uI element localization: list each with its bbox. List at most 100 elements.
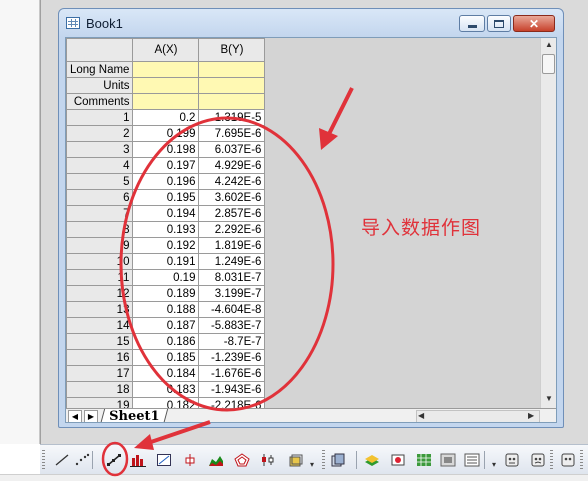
line-symbol-plot-icon[interactable]: [104, 451, 124, 469]
maximize-button[interactable]: [487, 15, 511, 32]
cell-a[interactable]: 0.186: [132, 333, 200, 350]
cell-b[interactable]: -8.7E-7: [198, 333, 266, 350]
line-plot-icon[interactable]: [52, 451, 72, 469]
cell-a[interactable]: 0.188: [132, 301, 200, 318]
cell-b[interactable]: 4.242E-6: [198, 173, 266, 190]
cell-a[interactable]: 0.196: [132, 173, 200, 190]
meta-cell-a[interactable]: [132, 77, 200, 94]
graph-window-icon[interactable]: [462, 451, 482, 469]
toolbar-grip[interactable]: [42, 450, 45, 470]
row-header[interactable]: 10: [66, 253, 134, 270]
cell-a[interactable]: 0.191: [132, 253, 200, 270]
meta-cell-b[interactable]: [198, 93, 266, 110]
meta-cell-b[interactable]: [198, 77, 266, 94]
meta-cell-b[interactable]: [198, 61, 266, 78]
column-plot-icon[interactable]: [128, 451, 148, 469]
row-header[interactable]: 12: [66, 285, 134, 302]
meta-cell-a[interactable]: [132, 93, 200, 110]
scroll-thumb[interactable]: [542, 54, 555, 74]
minimize-button[interactable]: [459, 15, 485, 32]
cell-a[interactable]: 0.19: [132, 269, 200, 286]
close-button[interactable]: ✕: [513, 15, 555, 32]
scroll-down-icon[interactable]: ▼: [541, 392, 556, 406]
cell-b[interactable]: 2.292E-6: [198, 221, 266, 238]
cell-a[interactable]: 0.183: [132, 381, 200, 398]
3d-surface-icon[interactable]: [328, 451, 348, 469]
image-icon[interactable]: [438, 451, 458, 469]
row-header[interactable]: 5: [66, 173, 134, 190]
layer-icon[interactable]: [362, 451, 382, 469]
cell-b[interactable]: 2.857E-6: [198, 205, 266, 222]
cell-a[interactable]: 0.184: [132, 365, 200, 382]
row-header[interactable]: 18: [66, 381, 134, 398]
cell-b[interactable]: 3.199E-7: [198, 285, 266, 302]
row-header[interactable]: 17: [66, 365, 134, 382]
cell-b[interactable]: 3.602E-6: [198, 189, 266, 206]
cell-a[interactable]: 0.189: [132, 285, 200, 302]
cell-a[interactable]: 0.193: [132, 221, 200, 238]
row-header[interactable]: 9: [66, 237, 134, 254]
cell-a[interactable]: 0.198: [132, 141, 200, 158]
row-header[interactable]: 6: [66, 189, 134, 206]
toolbar-grip[interactable]: [322, 450, 325, 470]
row-header[interactable]: 7: [66, 205, 134, 222]
cell-a[interactable]: 0.187: [132, 317, 200, 334]
cell-a[interactable]: 0.194: [132, 205, 200, 222]
template-icon[interactable]: [388, 451, 408, 469]
layout-icon[interactable]: [528, 451, 548, 469]
cell-a[interactable]: 0.192: [132, 237, 200, 254]
cell-b[interactable]: 1.319E-5: [198, 109, 266, 126]
cell-a[interactable]: 0.185: [132, 349, 200, 366]
cell-b[interactable]: 6.037E-6: [198, 141, 266, 158]
column-header-a[interactable]: A(X): [132, 38, 200, 62]
cell-b[interactable]: -1.676E-6: [198, 365, 266, 382]
worksheet-grid[interactable]: A(X) B(Y) Long Name Units Comments 1 0.2 1.3…: [66, 38, 266, 414]
row-header[interactable]: 8: [66, 221, 134, 238]
cell-b[interactable]: 1.249E-6: [198, 253, 266, 270]
row-header[interactable]: 1: [66, 109, 134, 126]
report-icon[interactable]: [558, 451, 578, 469]
error-bar-plot-icon[interactable]: [180, 451, 200, 469]
tab-next-icon[interactable]: ▶: [84, 410, 98, 422]
meta-cell-a[interactable]: [132, 61, 200, 78]
cell-b[interactable]: 1.819E-6: [198, 237, 266, 254]
toolbar-dropdown-icon[interactable]: ▾: [310, 460, 318, 470]
vertical-scrollbar[interactable]: ▲ ▼: [540, 38, 556, 408]
cell-b[interactable]: -1.943E-6: [198, 381, 266, 398]
tab-prev-icon[interactable]: ◀: [68, 410, 82, 422]
matrix-icon[interactable]: [414, 451, 434, 469]
row-header[interactable]: 3: [66, 141, 134, 158]
polar-plot-icon[interactable]: [232, 451, 252, 469]
cell-b[interactable]: 7.695E-6: [198, 125, 266, 142]
toolbar-grip[interactable]: [580, 450, 583, 470]
cell-b[interactable]: 4.929E-6: [198, 157, 266, 174]
box-chart-icon[interactable]: [154, 451, 174, 469]
cell-a[interactable]: 0.197: [132, 157, 200, 174]
cell-b[interactable]: -5.883E-7: [198, 317, 266, 334]
scroll-right-icon[interactable]: ▶: [528, 411, 534, 420]
toolbar-dropdown-icon[interactable]: ▾: [492, 460, 500, 470]
column-header-b[interactable]: B(Y): [198, 38, 266, 62]
row-header[interactable]: 15: [66, 333, 134, 350]
candlestick-plot-icon[interactable]: [258, 451, 278, 469]
cell-b[interactable]: -4.604E-8: [198, 301, 266, 318]
workbook-window[interactable]: Book1 ✕ A(X) B(Y) Long Name Units Comments…: [58, 8, 564, 428]
merge-graph-icon[interactable]: [502, 451, 522, 469]
horizontal-scrollbar[interactable]: [416, 410, 540, 422]
corner-cell[interactable]: [66, 38, 134, 62]
row-header[interactable]: 2: [66, 125, 134, 142]
row-header[interactable]: 13: [66, 301, 134, 318]
meta-row-label[interactable]: Units: [66, 77, 134, 94]
cell-a[interactable]: 0.199: [132, 125, 200, 142]
cell-b[interactable]: 8.031E-7: [198, 269, 266, 286]
tab-sheet1[interactable]: Sheet1: [99, 409, 169, 422]
scroll-up-icon[interactable]: ▲: [541, 38, 556, 52]
workbook-titlebar[interactable]: Book1 ✕: [59, 9, 563, 37]
toolbar-grip[interactable]: [550, 450, 553, 470]
row-header[interactable]: 4: [66, 157, 134, 174]
scroll-left-icon[interactable]: ◀: [418, 411, 424, 420]
cell-a[interactable]: 0.195: [132, 189, 200, 206]
meta-row-label[interactable]: Comments: [66, 93, 134, 110]
scatter-plot-icon[interactable]: [72, 451, 92, 469]
cell-a[interactable]: 0.2: [132, 109, 200, 126]
